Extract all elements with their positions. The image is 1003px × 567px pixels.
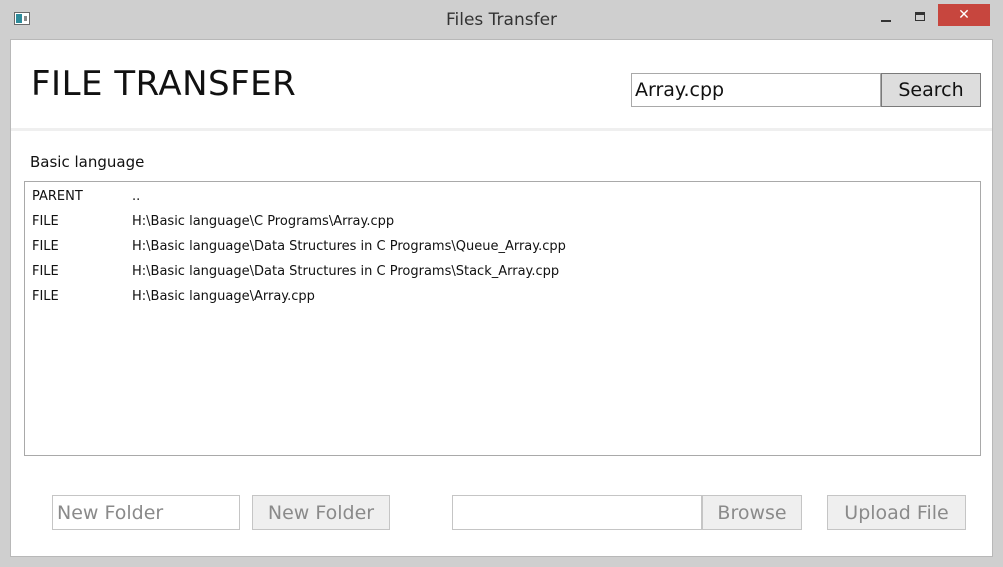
header: FILE TRANSFER Search: [11, 40, 992, 128]
header-divider: [11, 128, 992, 131]
entry-path: ..: [132, 189, 141, 204]
new-folder-button[interactable]: New Folder: [252, 495, 390, 530]
entry-type: PARENT: [32, 189, 83, 204]
entry-type: FILE: [32, 214, 59, 229]
list-item-parent[interactable]: PARENT ..: [25, 184, 980, 209]
client-area: FILE TRANSFER Search Basic language PARE…: [10, 39, 993, 557]
app-window: Files Transfer ✕ FILE TRANSFER Search Ba…: [0, 0, 1003, 567]
maximize-button[interactable]: [904, 4, 936, 28]
close-button[interactable]: ✕: [938, 4, 990, 26]
page-title: FILE TRANSFER: [31, 64, 297, 104]
entry-path: H:\Basic language\C Programs\Array.cpp: [132, 214, 395, 229]
maximize-icon: [915, 11, 925, 21]
minimize-icon: [881, 20, 891, 22]
entry-path: H:\Basic language\Array.cpp: [132, 289, 315, 304]
entry-type: FILE: [32, 264, 59, 279]
current-folder-label: Basic language: [30, 153, 145, 171]
entry-path: H:\Basic language\Data Structures in C P…: [132, 264, 560, 279]
title-bar: Files Transfer ✕: [0, 0, 1003, 40]
list-item[interactable]: FILE H:\Basic language\C Programs\Array.…: [25, 209, 980, 234]
window-title: Files Transfer: [445, 10, 558, 30]
search-button[interactable]: Search: [881, 73, 981, 107]
entry-path: H:\Basic language\Data Structures in C P…: [132, 239, 566, 254]
list-item[interactable]: FILE H:\Basic language\Data Structures i…: [25, 234, 980, 259]
list-item[interactable]: FILE H:\Basic language\Data Structures i…: [25, 259, 980, 284]
search-input[interactable]: [631, 73, 881, 107]
new-folder-input[interactable]: [52, 495, 240, 530]
minimize-button[interactable]: [870, 4, 902, 28]
entry-type: FILE: [32, 289, 59, 304]
close-icon: ✕: [958, 7, 970, 23]
window-bottom-border: [0, 557, 1003, 567]
browse-button[interactable]: Browse: [702, 495, 802, 530]
file-list[interactable]: PARENT .. FILE H:\Basic language\C Progr…: [24, 181, 981, 456]
list-item[interactable]: FILE H:\Basic language\Array.cpp: [25, 284, 980, 309]
upload-path-input[interactable]: [452, 495, 702, 530]
entry-type: FILE: [32, 239, 59, 254]
upload-file-button[interactable]: Upload File: [827, 495, 966, 530]
